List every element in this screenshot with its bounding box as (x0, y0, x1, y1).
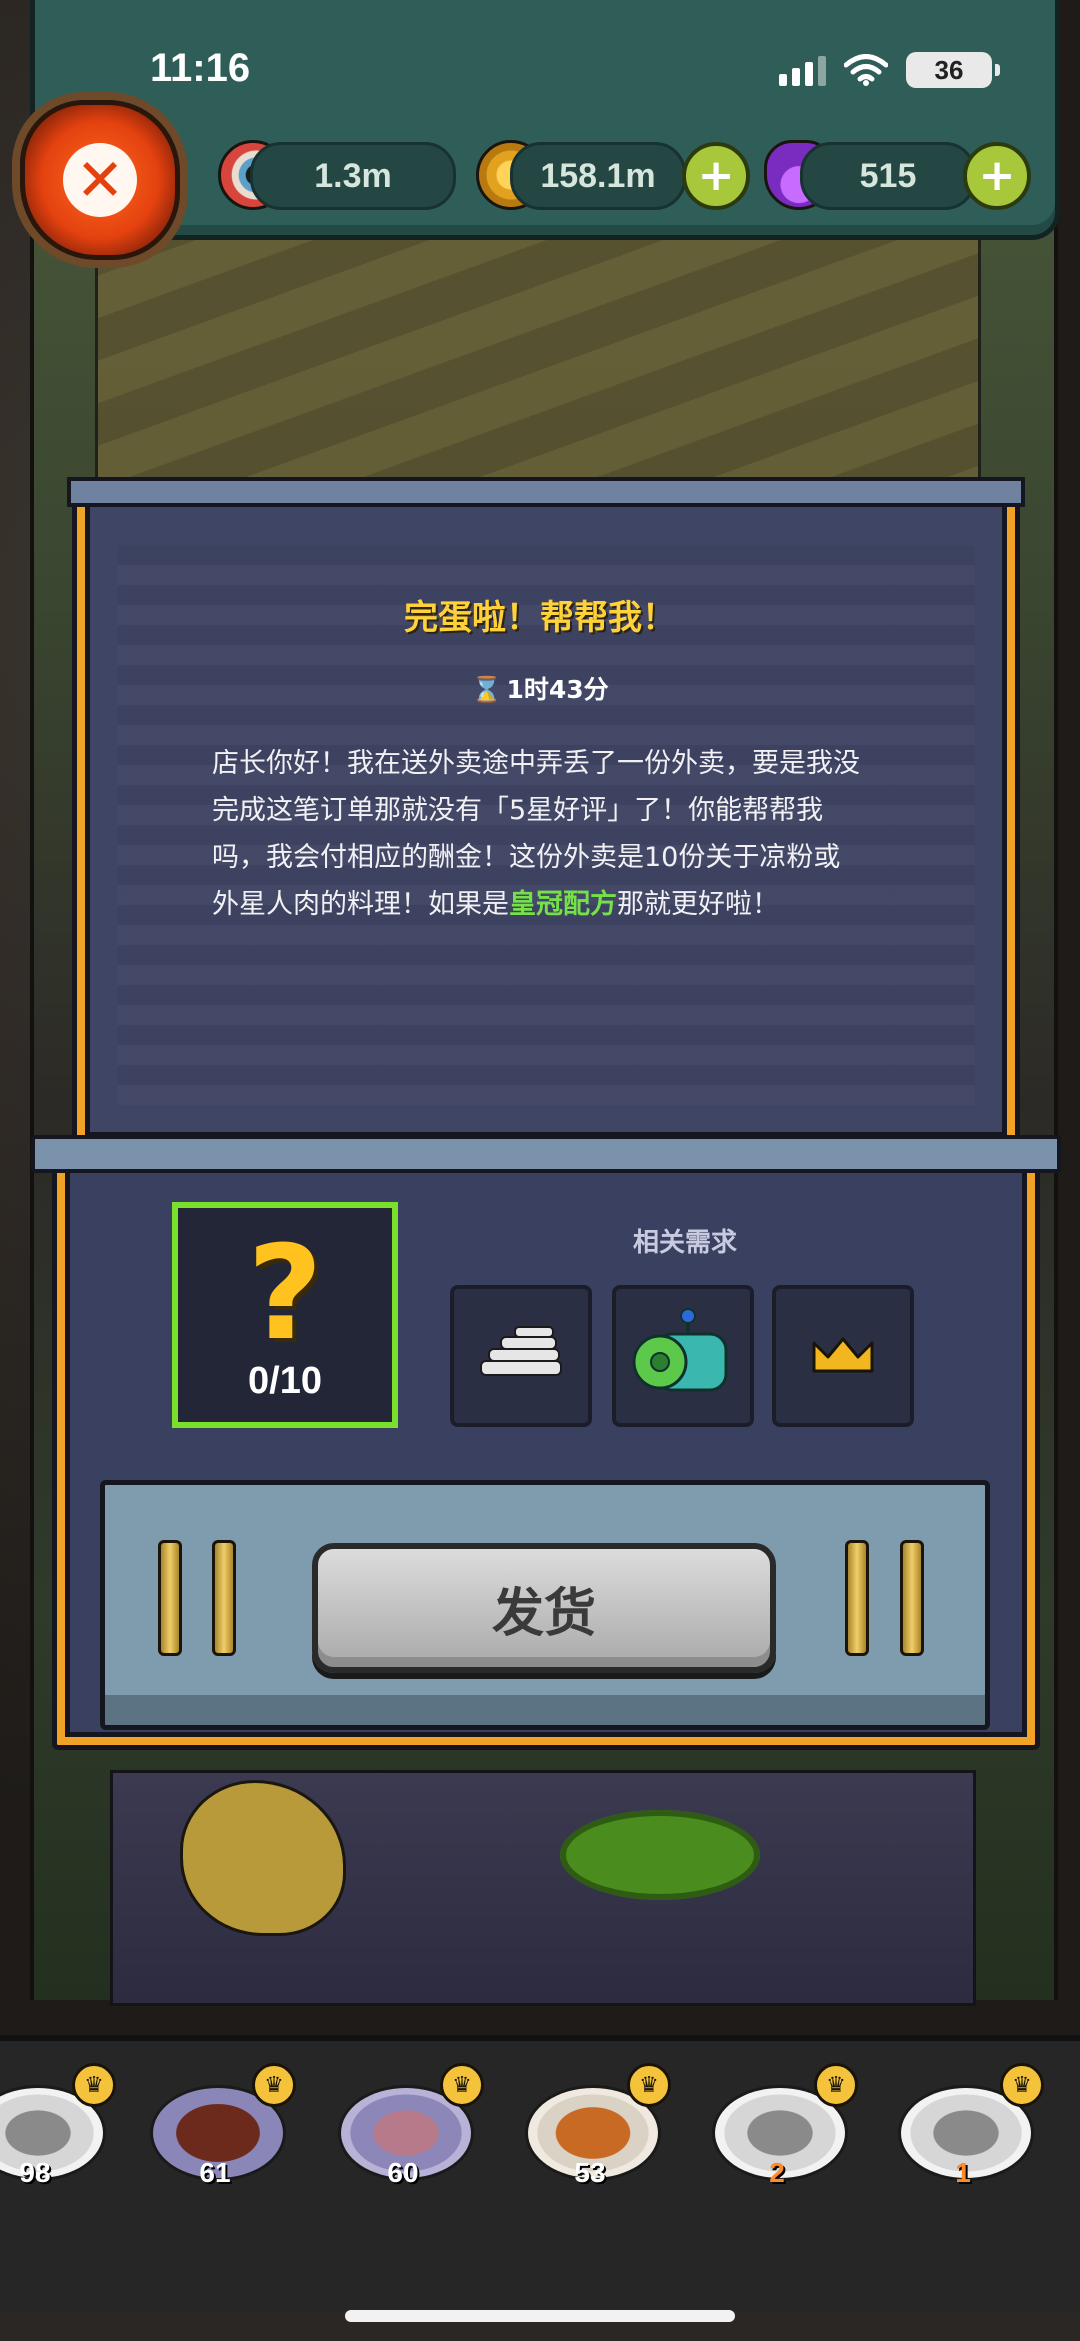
crown-badge-icon: ♛ (627, 2063, 671, 2107)
crown-badge-icon: ♛ (814, 2063, 858, 2107)
crown-badge-icon: ♛ (72, 2063, 116, 2107)
related-item-alien-meat[interactable] (612, 1285, 754, 1427)
recipe-item[interactable]: ♛ 53 (525, 2063, 671, 2188)
timer: ⌛ 1时43分 (0, 670, 1080, 706)
requirement-slot[interactable]: ? 0/10 (172, 1202, 398, 1428)
related-title: 相关需求 (632, 1228, 737, 1258)
recipe-count: 61 (199, 2157, 231, 2188)
coins-counter: 158.1m (510, 142, 686, 210)
eyes-counter: 1.3m (250, 142, 456, 210)
message-text-end: 那就更好啦！ (617, 889, 779, 920)
background-fields (95, 230, 981, 496)
add-coins-button[interactable]: + (682, 142, 750, 210)
home-indicator[interactable] (345, 2310, 735, 2322)
related-item-crown[interactable] (772, 1285, 914, 1427)
hourglass-icon: ⌛ (471, 675, 503, 704)
signal-icon (779, 54, 826, 86)
crown-recipe-highlight: 皇冠配方 (509, 889, 617, 920)
dialog-message: 店长你好！我在送外卖途中弄丢了一份外卖，要是我没完成这笔订单那就没有「5星好评」… (212, 740, 862, 928)
recipe-count: 60 (387, 2157, 419, 2188)
rice-noodles-icon (480, 1326, 562, 1376)
plus-icon: + (697, 150, 735, 201)
question-mark-icon: ? (247, 1216, 323, 1369)
alien-meat-icon (632, 1308, 728, 1392)
status-time: 11:16 (150, 46, 251, 90)
recipe-item[interactable]: ♛ 98 (0, 2063, 116, 2188)
crown-icon (812, 1337, 874, 1373)
recipe-count: 98 (19, 2157, 51, 2188)
requirement-count: 0/10 (248, 1359, 322, 1402)
crown-badge-icon: ♛ (440, 2063, 484, 2107)
recipe-item[interactable]: ♛ 1 (898, 2063, 1044, 2188)
wifi-icon (844, 54, 888, 86)
crown-badge-icon: ♛ (252, 2063, 296, 2107)
slime-pool (560, 1810, 760, 1900)
recipe-item[interactable]: ♛ 60 (338, 2063, 484, 2188)
ship-button[interactable]: 发货 (312, 1543, 776, 1673)
status-icons: 36 (779, 52, 1000, 88)
close-button[interactable]: ✕ (20, 100, 180, 260)
battery-indicator: 36 (906, 52, 1000, 88)
recipe-count: 1 (955, 2157, 971, 2188)
potions-counter: 515 (800, 142, 976, 210)
timer-text: 1时43分 (506, 675, 609, 704)
plus-icon: + (978, 150, 1016, 201)
recipe-item[interactable]: ♛ 61 (150, 2063, 296, 2188)
recipe-count: 53 (574, 2157, 606, 2188)
recipe-count: 2 (769, 2157, 785, 2188)
recipe-item[interactable]: ♛ 2 (712, 2063, 858, 2188)
related-item-noodles[interactable] (450, 1285, 592, 1427)
add-potions-button[interactable]: + (963, 142, 1031, 210)
crown-badge-icon: ♛ (1000, 2063, 1044, 2107)
dialog-title: 完蛋啦！帮帮我！ (404, 598, 676, 638)
close-icon: ✕ (63, 143, 137, 217)
